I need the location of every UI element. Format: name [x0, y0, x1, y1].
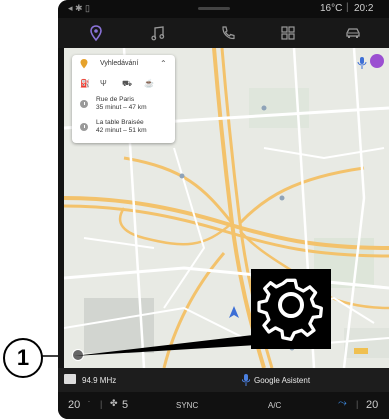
right-temperature[interactable]: 20 — [366, 399, 378, 411]
history-icon — [80, 100, 88, 108]
restaurant-icon[interactable]: Ψ — [100, 79, 107, 88]
navigation-icon[interactable] — [80, 23, 112, 51]
status-divider: | — [346, 2, 349, 13]
phone-icon[interactable] — [218, 23, 238, 43]
seat-heating-icon[interactable]: ⤳ — [338, 397, 347, 410]
fan-icon[interactable]: ✤ — [110, 398, 118, 409]
microphone-icon[interactable] — [356, 56, 368, 70]
result-item[interactable]: Rue de Paris 35 minut – 47 km — [72, 93, 175, 115]
left-temperature[interactable]: 20 — [68, 399, 80, 411]
status-bar: ◂ ✱ ▯ 16°C | 20:2 — [58, 0, 389, 18]
search-title[interactable]: Vyhledávání — [100, 60, 138, 67]
status-icons: ◂ ✱ ▯ — [68, 3, 91, 13]
radio-icon[interactable] — [64, 374, 76, 384]
radio-frequency[interactable]: 94.9 MHz — [82, 376, 116, 385]
divider: | — [100, 399, 103, 409]
search-panel: Vyhledávání ⌃ ⛽ Ψ ⛟ ☕ Rue de Paris 35 mi… — [72, 55, 175, 143]
temperature-readout: 16°C — [320, 3, 343, 14]
result-detail: 35 minut – 47 km — [96, 104, 147, 111]
callout-number: 1 — [3, 338, 43, 378]
user-avatar[interactable] — [370, 54, 384, 68]
map-settings-button[interactable] — [72, 349, 84, 361]
settings-callout — [251, 269, 331, 349]
drag-handle[interactable] — [198, 7, 230, 10]
history-icon — [80, 123, 88, 131]
apps-icon[interactable] — [278, 23, 298, 43]
result-detail: 42 minut – 51 km — [96, 127, 147, 134]
infotainment-screen: ◂ ✱ ▯ 16°C | 20:2 Vyhledávání ⌃ ⛽ Ψ ⛟ ☕ … — [58, 0, 389, 419]
cafe-icon[interactable]: ☕ — [144, 79, 154, 88]
car-icon[interactable] — [343, 23, 363, 43]
result-item[interactable]: La table Braisée 42 minut – 51 km — [72, 116, 175, 138]
main-navigation — [58, 18, 389, 51]
divider: | — [356, 399, 359, 409]
assistant-label[interactable]: Google Asistent — [254, 376, 310, 385]
climate-bar: 20 . | ✤ 5 SYNC A/C ⤳ | 20 — [58, 392, 389, 419]
media-bar: 94.9 MHz Google Asistent — [58, 368, 389, 392]
map-view[interactable]: IAVSO - Faculté de Droit et Sciences pol… — [64, 48, 389, 368]
music-icon[interactable] — [148, 23, 168, 43]
fan-level[interactable]: 5 — [122, 399, 128, 411]
settings-gear-icon — [257, 278, 323, 341]
sync-button[interactable]: SYNC — [176, 401, 198, 410]
ac-button[interactable]: A/C — [268, 401, 281, 410]
chevron-up-icon[interactable]: ⌃ — [160, 59, 167, 68]
left-temp-decimal: . — [88, 397, 90, 404]
microphone-icon[interactable] — [242, 374, 250, 386]
fuel-icon[interactable]: ⛽ — [80, 79, 90, 88]
clock-readout: 20:2 — [354, 3, 374, 14]
shopping-icon[interactable]: ⛟ — [122, 79, 132, 89]
location-pin-icon — [80, 59, 88, 69]
